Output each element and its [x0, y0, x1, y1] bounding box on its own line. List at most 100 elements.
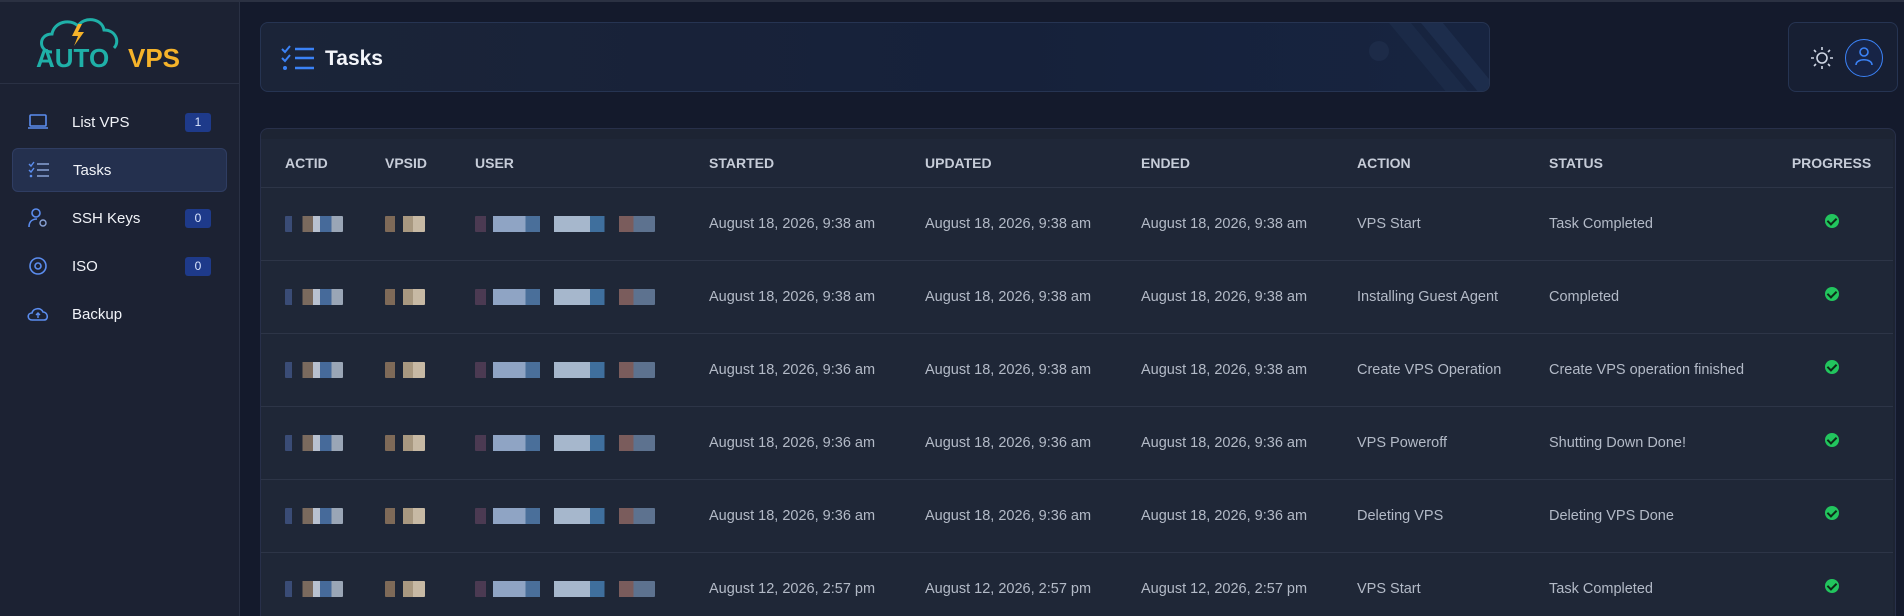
- started-cell: August 18, 2026, 9:36 am: [685, 405, 901, 479]
- redacted-value: [385, 361, 425, 378]
- column-header-actid[interactable]: ACTID: [261, 139, 361, 187]
- action-cell: VPS Start: [1333, 186, 1525, 260]
- ended-cell: August 18, 2026, 9:38 am: [1117, 332, 1333, 406]
- progress-cell: [1770, 259, 1893, 333]
- action-cell: Create VPS Operation: [1333, 332, 1525, 406]
- user-icon: [1854, 46, 1874, 71]
- user-cell: [451, 551, 685, 616]
- status-cell: Shutting Down Done!: [1525, 405, 1770, 479]
- tasks-list-icon: [27, 158, 51, 182]
- sidebar-item-label: Backup: [72, 305, 123, 323]
- user-cell: [451, 259, 685, 333]
- action-cell: VPS Poweroff: [1333, 405, 1525, 479]
- sidebar-nav: List VPS 1 Tasks SSH Keys 0 ISO 0 Backup: [0, 84, 239, 336]
- avatar[interactable]: [1845, 39, 1883, 77]
- progress-cell: [1770, 551, 1893, 616]
- svg-text:AUTO: AUTO: [36, 43, 109, 73]
- user-cell: [451, 332, 685, 406]
- redacted-value: [285, 361, 343, 378]
- ended-cell: August 12, 2026, 2:57 pm: [1117, 551, 1333, 616]
- sidebar-item-label: Tasks: [73, 161, 112, 179]
- status-cell: Completed: [1525, 259, 1770, 333]
- redacted-value: [385, 288, 425, 305]
- sidebar-item-list-vps[interactable]: List VPS 1: [12, 100, 227, 144]
- status-cell: Task Completed: [1525, 186, 1770, 260]
- user-controls: [1788, 22, 1898, 92]
- actid-cell: [261, 478, 361, 552]
- tasks-table-card: ACTID VPSID USER STARTED UPDATED ENDED A…: [260, 128, 1896, 616]
- progress-cell: [1770, 186, 1893, 260]
- status-cell: Task Completed: [1525, 551, 1770, 616]
- redacted-value: [475, 434, 655, 451]
- ended-cell: August 18, 2026, 9:36 am: [1117, 478, 1333, 552]
- column-header-started[interactable]: STARTED: [685, 139, 901, 187]
- check-circle-icon: [1824, 505, 1839, 520]
- count-badge: 0: [185, 209, 211, 228]
- progress-cell: [1770, 405, 1893, 479]
- table-row[interactable]: August 18, 2026, 9:38 am August 18, 2026…: [261, 186, 1893, 260]
- sidebar-item-ssh-keys[interactable]: SSH Keys 0: [12, 196, 227, 240]
- redacted-value: [385, 580, 425, 597]
- tasks-list-icon: [281, 45, 315, 78]
- table-row[interactable]: August 18, 2026, 9:36 am August 18, 2026…: [261, 478, 1893, 552]
- column-header-progress[interactable]: PROGRESS: [1770, 139, 1893, 187]
- check-circle-icon: [1824, 213, 1839, 228]
- started-cell: August 18, 2026, 9:36 am: [685, 332, 901, 406]
- action-cell: VPS Start: [1333, 551, 1525, 616]
- laptop-icon: [26, 110, 50, 134]
- sidebar-item-backup[interactable]: Backup: [12, 292, 227, 336]
- action-cell: Installing Guest Agent: [1333, 259, 1525, 333]
- column-header-status[interactable]: STATUS: [1525, 139, 1770, 187]
- status-cell: Deleting VPS Done: [1525, 478, 1770, 552]
- redacted-value: [385, 434, 425, 451]
- redacted-value: [285, 434, 343, 451]
- started-cell: August 12, 2026, 2:57 pm: [685, 551, 901, 616]
- page-title: Tasks: [325, 47, 383, 70]
- vpsid-cell: [361, 259, 451, 333]
- column-header-action[interactable]: ACTION: [1333, 139, 1525, 187]
- redacted-value: [475, 580, 655, 597]
- check-circle-icon: [1824, 432, 1839, 447]
- updated-cell: August 18, 2026, 9:36 am: [901, 405, 1117, 479]
- updated-cell: August 18, 2026, 9:38 am: [901, 259, 1117, 333]
- sidebar-item-iso[interactable]: ISO 0: [12, 244, 227, 288]
- actid-cell: [261, 551, 361, 616]
- progress-cell: [1770, 478, 1893, 552]
- column-header-updated[interactable]: UPDATED: [901, 139, 1117, 187]
- count-badge: 1: [185, 113, 211, 132]
- table-row[interactable]: August 18, 2026, 9:38 am August 18, 2026…: [261, 259, 1893, 333]
- redacted-value: [475, 288, 655, 305]
- column-header-vpsid[interactable]: VPSID: [361, 139, 451, 187]
- redacted-value: [385, 507, 425, 524]
- tasks-table: ACTID VPSID USER STARTED UPDATED ENDED A…: [261, 139, 1893, 616]
- ended-cell: August 18, 2026, 9:38 am: [1117, 186, 1333, 260]
- sun-icon[interactable]: [1809, 45, 1835, 71]
- check-circle-icon: [1824, 359, 1839, 374]
- header-decoration: [1369, 23, 1489, 91]
- started-cell: August 18, 2026, 9:38 am: [685, 186, 901, 260]
- page-header: Tasks: [260, 22, 1490, 92]
- table-row[interactable]: August 12, 2026, 2:57 pm August 12, 2026…: [261, 551, 1893, 616]
- updated-cell: August 18, 2026, 9:36 am: [901, 478, 1117, 552]
- table-row[interactable]: August 18, 2026, 9:36 am August 18, 2026…: [261, 405, 1893, 479]
- action-cell: Deleting VPS: [1333, 478, 1525, 552]
- disc-icon: [26, 254, 50, 278]
- sidebar-item-label: ISO: [72, 257, 98, 275]
- redacted-value: [475, 215, 655, 232]
- vpsid-cell: [361, 405, 451, 479]
- check-circle-icon: [1824, 578, 1839, 593]
- column-header-user[interactable]: USER: [451, 139, 685, 187]
- updated-cell: August 18, 2026, 9:38 am: [901, 186, 1117, 260]
- table-row[interactable]: August 18, 2026, 9:36 am August 18, 2026…: [261, 332, 1893, 406]
- user-key-icon: [26, 206, 50, 230]
- logo[interactable]: AUTO VPS: [0, 2, 239, 84]
- cloud-upload-icon: [26, 302, 50, 326]
- sidebar-item-label: List VPS: [72, 113, 130, 131]
- table-header-row: ACTID VPSID USER STARTED UPDATED ENDED A…: [261, 139, 1893, 187]
- redacted-value: [285, 507, 343, 524]
- ended-cell: August 18, 2026, 9:36 am: [1117, 405, 1333, 479]
- redacted-value: [475, 361, 655, 378]
- updated-cell: August 12, 2026, 2:57 pm: [901, 551, 1117, 616]
- column-header-ended[interactable]: ENDED: [1117, 139, 1333, 187]
- sidebar-item-tasks[interactable]: Tasks: [12, 148, 227, 192]
